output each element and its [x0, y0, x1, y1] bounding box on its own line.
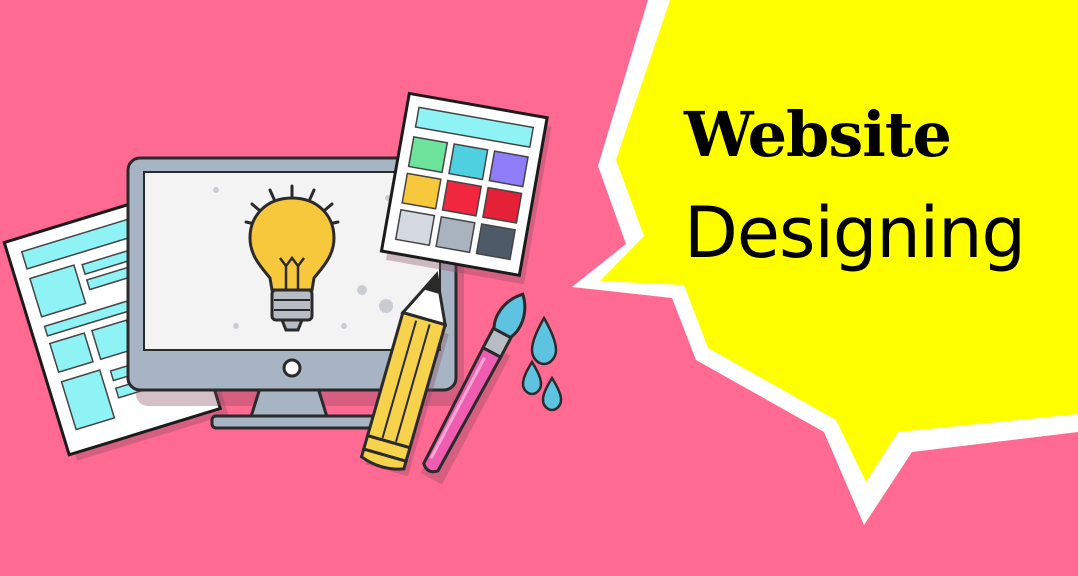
palette-swatch-grid	[394, 136, 529, 261]
banner-artwork	[0, 0, 1078, 576]
palette-swatch	[441, 179, 483, 217]
palette-swatch	[435, 216, 476, 254]
headline-designing: Designing	[684, 192, 1026, 274]
palette-swatch	[401, 172, 442, 210]
color-palette-icon	[379, 91, 552, 285]
palette-swatch	[394, 208, 436, 247]
website-designing-banner: Website Designing	[0, 0, 1078, 576]
headline-website: Website	[684, 98, 952, 171]
palette-swatch	[448, 143, 489, 181]
palette-swatch	[407, 136, 449, 174]
palette-swatch	[475, 223, 517, 261]
palette-swatch	[482, 186, 523, 224]
palette-swatch	[488, 150, 529, 188]
